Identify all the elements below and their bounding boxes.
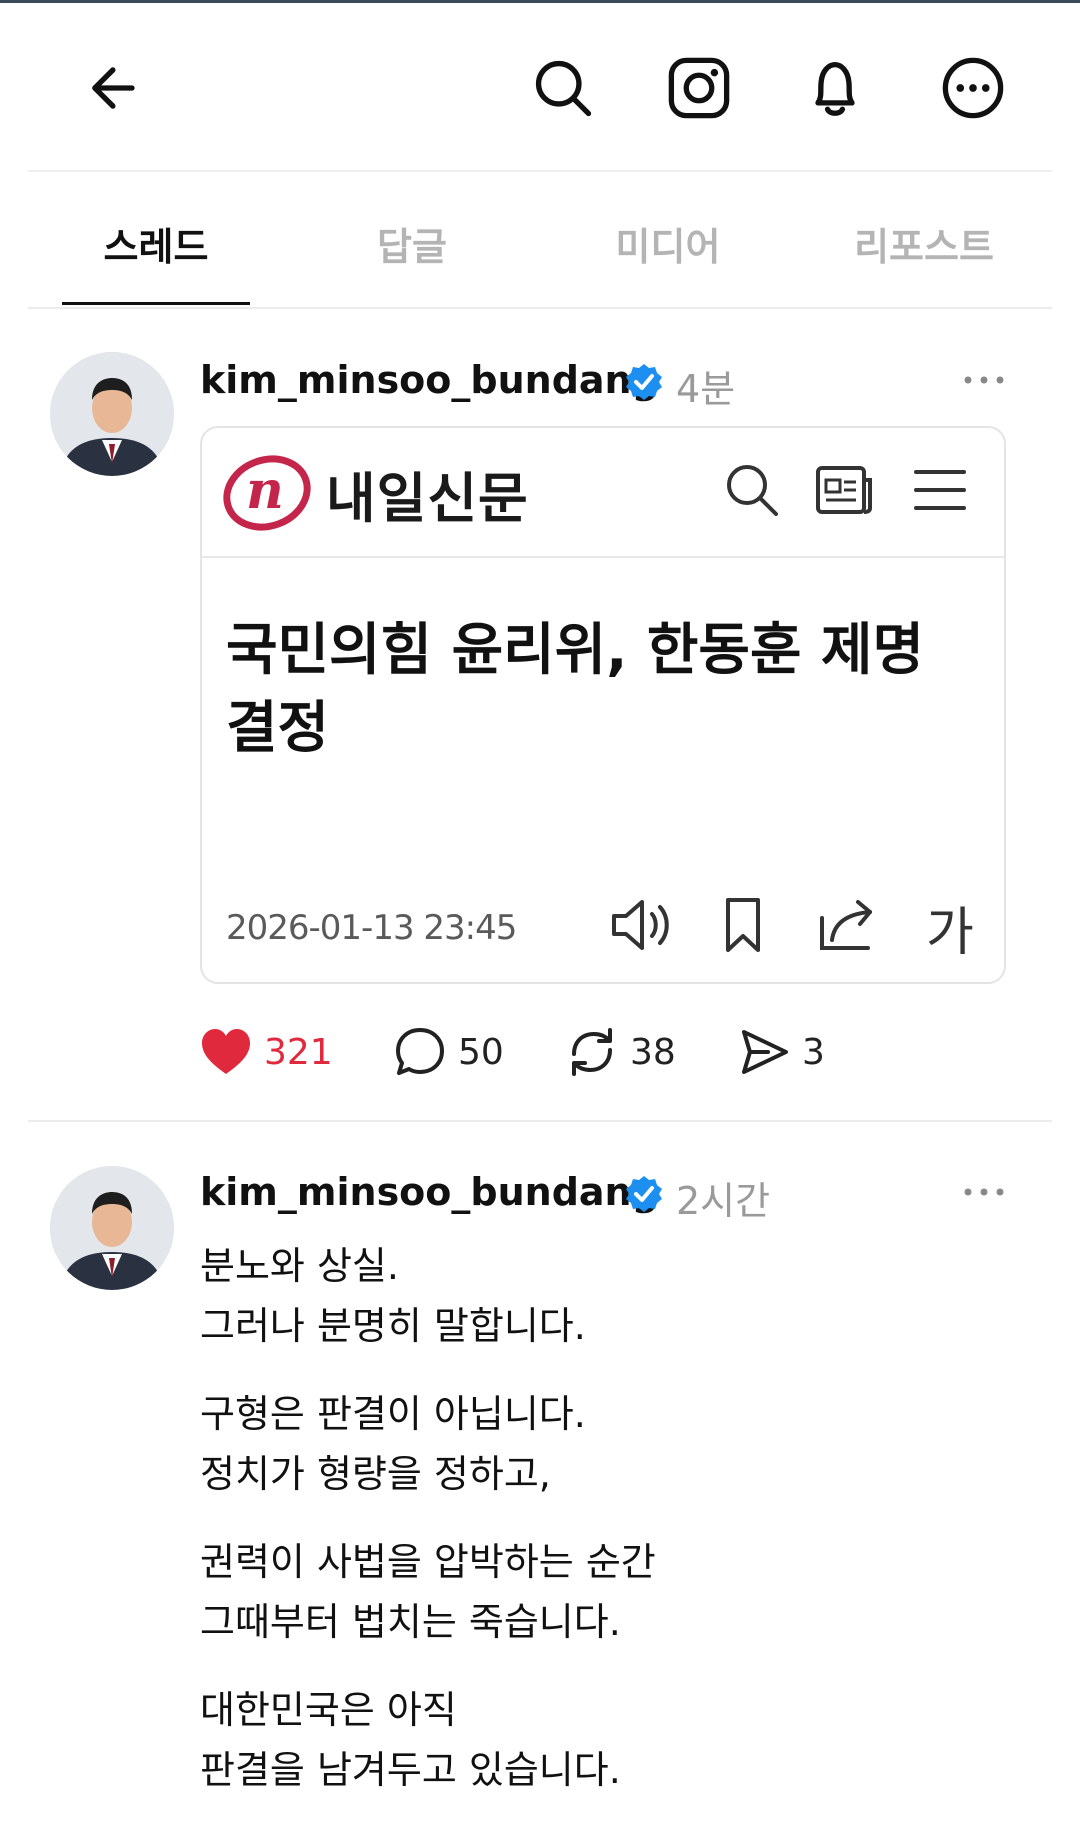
post-time: 4분 [676, 367, 736, 411]
comment-icon [396, 1028, 444, 1075]
like-count: 321 [264, 1031, 333, 1073]
news-link-card[interactable]: n 내일신문 국민의힘 윤리위, 한동훈 제명 결정 2026-01-13 23… [200, 426, 1006, 984]
heart-filled-icon [202, 1029, 250, 1074]
post-paragraph: 대한민국은 아직 판결을 남겨두고 있습니다. [200, 1680, 621, 1800]
post-text-line: 정치가 형량을 정하고, [200, 1452, 551, 1496]
repost-icon [572, 1028, 612, 1076]
like-button[interactable]: 321 [198, 1020, 333, 1084]
news-card-header: n 내일신문 [202, 428, 1004, 558]
tab-replies[interactable]: 답글 [302, 216, 522, 271]
post-more-icon[interactable] [962, 1185, 1006, 1199]
post-paragraph: 구형은 판결이 아닙니다. 정치가 형량을 정하고, [200, 1384, 586, 1504]
bell-icon [815, 61, 855, 116]
post-username[interactable]: kim_minsoo_bundang [200, 1170, 659, 1214]
instagram-button[interactable] [664, 53, 734, 123]
search-button[interactable] [528, 53, 598, 123]
search-icon[interactable] [720, 458, 784, 522]
tabs-divider [28, 307, 1052, 309]
profile-tabs: 스레드 답글 미디어 리포스트 [28, 172, 1052, 308]
verified-badge-icon [626, 364, 662, 400]
avatar[interactable] [50, 352, 174, 476]
top-bar [0, 3, 1080, 171]
verified-badge-icon [626, 1176, 662, 1212]
speaker-icon[interactable] [606, 890, 676, 960]
share-count: 3 [802, 1031, 825, 1073]
tab-media[interactable]: 미디어 [558, 216, 778, 271]
notifications-button[interactable] [800, 53, 870, 123]
post-more-icon[interactable] [962, 373, 1006, 387]
more-circle-icon [942, 57, 1004, 119]
search-icon [535, 60, 592, 117]
profile-photo [50, 352, 174, 476]
newspaper-logo-icon: n [223, 455, 311, 531]
post-paragraph: 분노와 상실. 그러나 분명히 말합니다. [200, 1236, 586, 1356]
share-icon[interactable] [812, 890, 882, 960]
headline-line: 결정 [226, 696, 330, 761]
post-time: 2시간 [676, 1179, 771, 1223]
tab-reposts[interactable]: 리포스트 [814, 216, 1034, 271]
post-username[interactable]: kim_minsoo_bundang [200, 358, 659, 402]
comment-count: 50 [458, 1031, 504, 1073]
font-size-button[interactable]: 가 [926, 890, 974, 965]
post-text-line: 구형은 판결이 아닙니다. [200, 1392, 586, 1436]
arrow-left-icon [92, 67, 135, 109]
instagram-icon [668, 57, 730, 119]
headline-line: 국민의힘 윤리위, 한동훈 제명 [226, 618, 925, 683]
post-text-line: 그러나 분명히 말합니다. [200, 1304, 586, 1348]
publisher-name: 내일신문 [326, 467, 529, 530]
send-icon [742, 1030, 788, 1074]
menu-icon[interactable] [908, 458, 972, 522]
repost-button[interactable]: 38 [564, 1020, 676, 1084]
share-button[interactable]: 3 [736, 1020, 825, 1084]
news-date: 2026-01-13 23:45 [226, 908, 517, 948]
post-text-line: 판결을 남겨두고 있습니다. [200, 1748, 621, 1792]
post-paragraph: 권력이 사법을 압박하는 순간 그때부터 법치는 죽습니다. [200, 1532, 656, 1652]
back-button[interactable] [80, 53, 150, 123]
post-divider [28, 1120, 1052, 1122]
post-text-line: 권력이 사법을 압박하는 순간 [200, 1540, 656, 1584]
profile-photo [50, 1166, 174, 1290]
comment-button[interactable]: 50 [392, 1020, 504, 1084]
post-text-line: 대한민국은 아직 [200, 1688, 457, 1732]
avatar[interactable] [50, 1166, 174, 1290]
active-tab-indicator [62, 302, 250, 305]
tab-threads[interactable]: 스레드 [46, 216, 266, 271]
bookmark-icon[interactable] [708, 890, 778, 960]
news-headline: 국민의힘 윤리위, 한동훈 제명 결정 [226, 612, 986, 768]
post-text-line: 그때부터 법치는 죽습니다. [200, 1600, 621, 1644]
more-options-button[interactable] [938, 53, 1008, 123]
newspaper-icon[interactable] [812, 458, 876, 522]
post-text-line: 분노와 상실. [200, 1244, 399, 1288]
svg-text:n: n [246, 460, 284, 521]
repost-count: 38 [630, 1031, 676, 1073]
